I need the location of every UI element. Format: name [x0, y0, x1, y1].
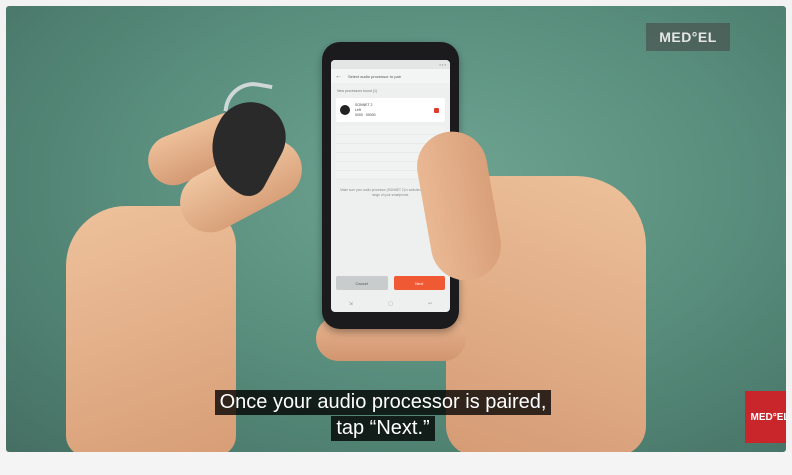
caption-line-1: Once your audio processor is paired, [214, 390, 552, 415]
back-icon[interactable]: ↩ [428, 301, 432, 307]
processor-card[interactable]: SONNET 2 Left 0000 · 00000 [336, 98, 445, 122]
device-body [193, 89, 299, 203]
status-bar: ▪ ▪ ▪ [331, 60, 450, 69]
app-bar-title: Select audio processor to pair [348, 73, 401, 79]
section-label: New processors found (1) [337, 89, 378, 93]
cancel-button[interactable]: Cancel [336, 276, 388, 290]
video-caption: Once your audio processor is paired, tap… [205, 390, 561, 442]
back-arrow-icon[interactable]: ← [335, 73, 342, 80]
home-icon[interactable]: ▢ [388, 301, 393, 307]
medel-logo-bottom: MED°EL [745, 391, 786, 443]
caption-line-2: tap “Next.” [331, 416, 435, 441]
medel-logo-top: MED°EL [646, 23, 730, 51]
processor-serial: 0000 · 00000 [355, 112, 376, 117]
android-nav-bar: ⇲ ▢ ↩ [331, 298, 450, 310]
processor-icon [340, 105, 350, 115]
processor-info: SONNET 2 Left 0000 · 00000 [355, 103, 434, 118]
next-button[interactable]: Next [393, 276, 445, 290]
recent-apps-icon[interactable]: ⇲ [349, 301, 353, 307]
app-bar: ← Select audio processor to pair [331, 69, 450, 83]
audio-processor-device [193, 77, 299, 203]
status-indicator-icon [434, 107, 439, 113]
bottom-strip [0, 452, 792, 475]
button-row: Cancel Next [336, 276, 445, 290]
video-frame: ▪ ▪ ▪ ← Select audio processor to pair N… [6, 6, 786, 452]
